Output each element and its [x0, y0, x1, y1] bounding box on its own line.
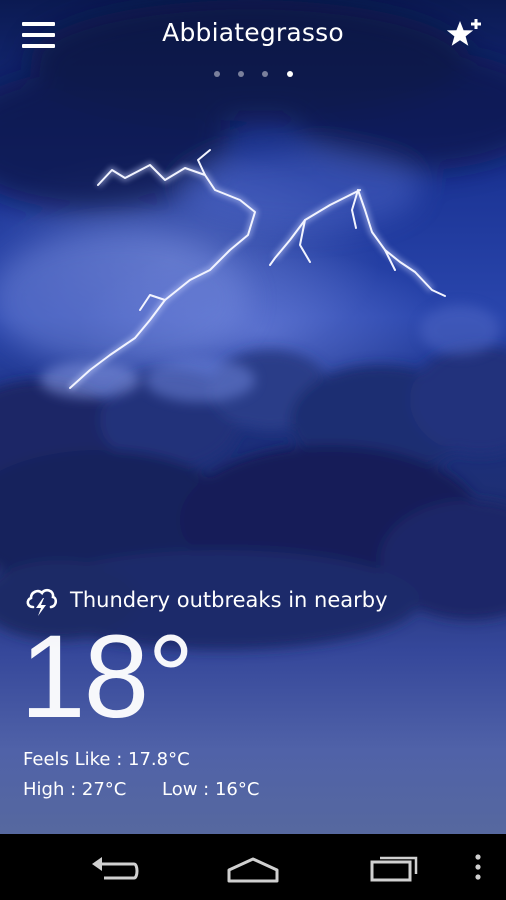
condition-text: Thundery outbreaks in nearby — [70, 588, 388, 612]
page-dot[interactable] — [238, 71, 244, 77]
back-icon[interactable] — [84, 842, 144, 892]
overflow-menu-icon[interactable] — [450, 842, 506, 892]
page-dot[interactable] — [214, 71, 220, 77]
high-temperature-text: High : 27°C — [23, 779, 127, 800]
current-temperature: 18° — [20, 611, 194, 743]
system-navigation-bar — [0, 834, 506, 900]
feels-like-text: Feels Like : 17.8°C — [23, 749, 190, 770]
weather-screen: Abbiategrasso Thundery outbreaks in near… — [0, 0, 506, 834]
recent-apps-icon[interactable] — [366, 842, 426, 892]
star-add-icon[interactable] — [444, 17, 484, 51]
low-temperature-text: Low : 16°C — [162, 779, 260, 800]
page-indicator — [0, 71, 506, 81]
page-dot[interactable] — [262, 71, 268, 77]
page-dot-active[interactable] — [287, 71, 293, 77]
top-bar: Abbiategrasso — [0, 0, 506, 72]
home-icon[interactable] — [223, 842, 283, 892]
location-title[interactable]: Abbiategrasso — [0, 18, 506, 47]
